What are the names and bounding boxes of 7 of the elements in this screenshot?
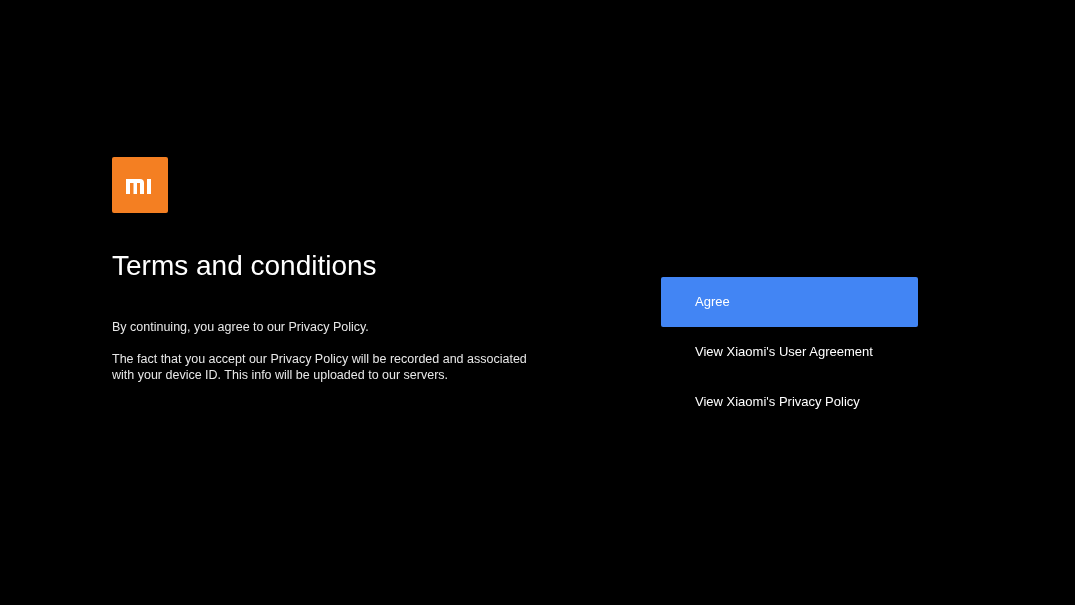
menu-option[interactable]: Agree [661,277,918,327]
logo-icon [112,157,168,213]
menu-option[interactable]: View Xiaomi's User Agreement [661,327,918,377]
page-title: Terms and conditions [112,249,378,283]
body-text: The fact that you accept our Privacy Policy will be recorded and associated with your device ID. This info will be uploaded to our servers. [112,351,528,383]
menu-option[interactable]: View Xiaomi's Privacy Policy [661,377,918,427]
body-text: By continuing, you agree to our Privacy Policy. [112,319,370,335]
